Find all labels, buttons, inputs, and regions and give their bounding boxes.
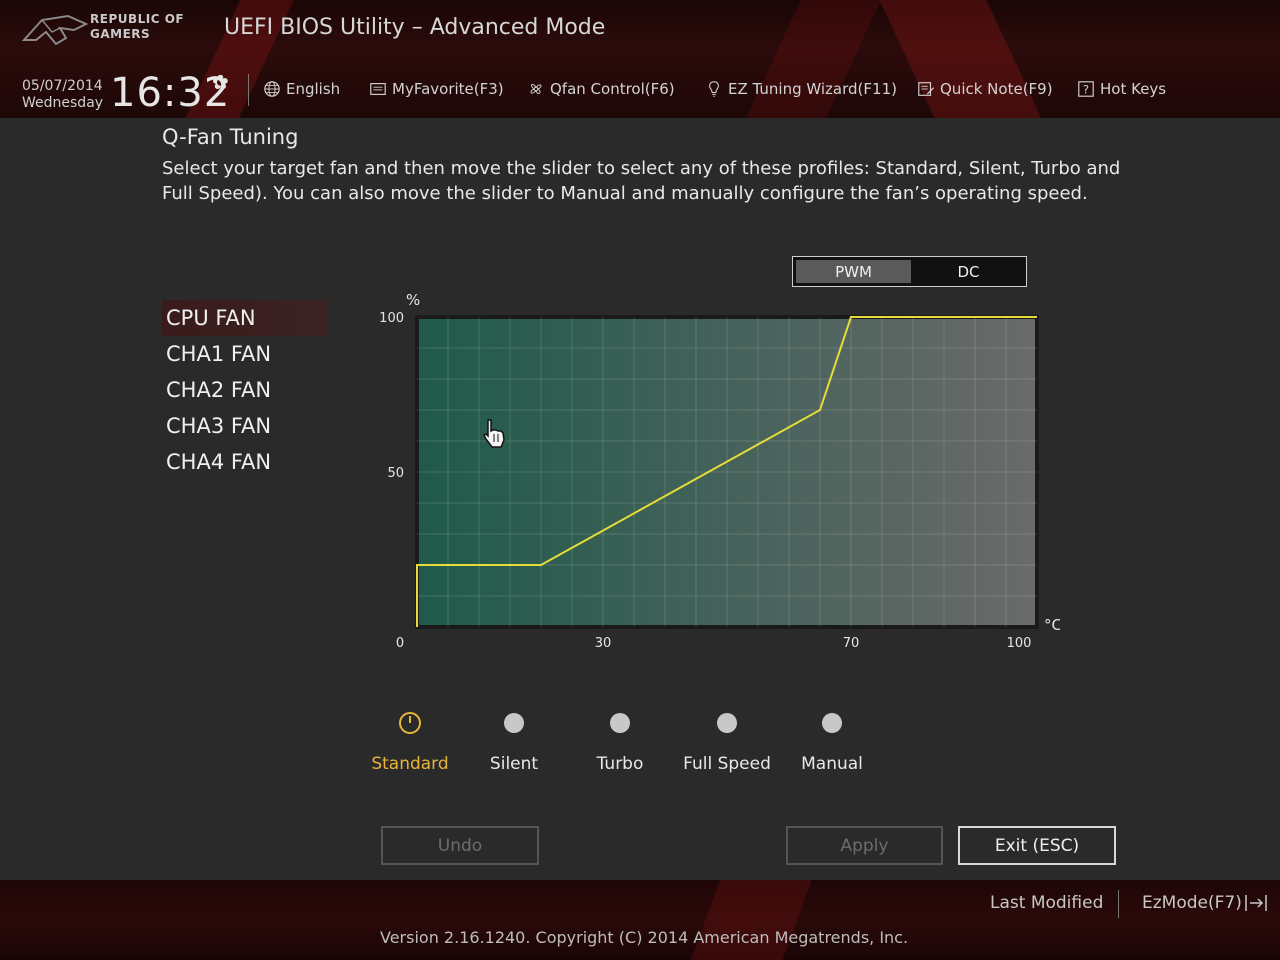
brand-text: REPUBLIC OF GAMERS bbox=[90, 12, 184, 42]
profile-label-manual[interactable]: Manual bbox=[801, 754, 863, 774]
profile-label-full-speed[interactable]: Full Speed bbox=[683, 754, 771, 774]
myfavorite-label: MyFavorite(F3) bbox=[392, 80, 504, 98]
hot-keys-label: Hot Keys bbox=[1100, 80, 1167, 98]
ez-tuning-label: EZ Tuning Wizard(F11) bbox=[728, 80, 897, 98]
exit-arrow-icon bbox=[1245, 895, 1267, 911]
profile-label-turbo[interactable]: Turbo bbox=[597, 754, 644, 774]
x-tick-label: 0 bbox=[396, 636, 404, 651]
qfan-control-label: Qfan Control(F6) bbox=[550, 80, 675, 98]
fan-item-cha2[interactable]: CHA2 FAN bbox=[162, 372, 328, 408]
hot-keys-button[interactable]: ? Hot Keys bbox=[1076, 78, 1166, 100]
profile-knob-turbo[interactable] bbox=[610, 713, 630, 733]
quick-note-button[interactable]: Quick Note(F9) bbox=[916, 78, 1053, 100]
quick-note-label: Quick Note(F9) bbox=[940, 80, 1053, 98]
x-tick-label: 30 bbox=[595, 636, 612, 651]
dc-option[interactable]: DC bbox=[911, 257, 1026, 286]
myfavorite-button[interactable]: MyFavorite(F3) bbox=[368, 78, 504, 100]
x-tick-label: 70 bbox=[843, 636, 860, 651]
profile-knob-standard[interactable] bbox=[399, 712, 421, 734]
note-icon bbox=[918, 82, 935, 96]
fan-item-cpu[interactable]: CPU FAN bbox=[162, 300, 328, 336]
y-tick-label: 100 bbox=[379, 311, 404, 326]
y-axis-label: % bbox=[406, 291, 420, 309]
x-tick-label: 100 bbox=[1007, 636, 1032, 651]
profile-knob-manual[interactable] bbox=[822, 713, 842, 733]
ezmode-label: EzMode(F7) bbox=[1142, 893, 1242, 913]
weekday: Wednesday bbox=[22, 95, 104, 111]
hand-cursor-icon bbox=[482, 419, 505, 448]
x-axis-label: °C bbox=[1044, 616, 1060, 634]
svg-text:?: ? bbox=[1083, 83, 1089, 97]
header-divider bbox=[248, 74, 249, 106]
help-icon: ? bbox=[1078, 81, 1094, 97]
pwm-dc-toggle[interactable]: PWM DC bbox=[792, 256, 1027, 287]
language-button[interactable]: English bbox=[262, 78, 340, 100]
fan-icon bbox=[530, 83, 542, 95]
profile-slider[interactable]: Standard Silent Turbo Full Speed Manual bbox=[360, 705, 900, 785]
rog-logo bbox=[22, 14, 88, 46]
chart-grid bbox=[417, 317, 1037, 627]
favorite-list-icon bbox=[370, 83, 386, 95]
date: 05/07/2014 bbox=[22, 78, 103, 94]
qfan-control-button[interactable]: Qfan Control(F6) bbox=[526, 78, 675, 100]
app-title: UEFI BIOS Utility – Advanced Mode bbox=[224, 15, 606, 40]
globe-icon bbox=[264, 81, 280, 97]
fan-curve-chart[interactable]: % °C 0 30 70 100 100 50 bbox=[360, 285, 1060, 655]
ez-tuning-wizard-button[interactable]: EZ Tuning Wizard(F11) bbox=[704, 78, 897, 100]
undo-button[interactable]: Undo bbox=[381, 826, 539, 865]
profile-knob-full-speed[interactable] bbox=[717, 713, 737, 733]
last-modified-button[interactable]: Last Modified bbox=[990, 893, 1103, 913]
date-block: 05/07/2014 Wednesday bbox=[22, 78, 103, 112]
top-bar: REPUBLIC OF GAMERS UEFI BIOS Utility – A… bbox=[0, 0, 1280, 118]
profile-knob-silent[interactable] bbox=[504, 713, 524, 733]
brand-line1: REPUBLIC OF bbox=[90, 12, 185, 26]
exit-button[interactable]: Exit (ESC) bbox=[958, 826, 1116, 865]
y-tick-label: 50 bbox=[387, 466, 404, 481]
profile-track[interactable] bbox=[360, 705, 900, 745]
apply-button[interactable]: Apply bbox=[786, 826, 943, 865]
pwm-option[interactable]: PWM bbox=[796, 260, 911, 283]
gear-icon[interactable]: ✿ bbox=[212, 70, 229, 94]
page-title: Q-Fan Tuning bbox=[162, 125, 299, 149]
fan-list: CPU FAN CHA1 FAN CHA2 FAN CHA3 FAN CHA4 … bbox=[162, 300, 328, 480]
ezmode-button[interactable]: EzMode(F7) bbox=[1142, 893, 1270, 913]
fan-item-cha1[interactable]: CHA1 FAN bbox=[162, 336, 328, 372]
lightbulb-icon bbox=[709, 81, 719, 97]
page-description: Select your target fan and then move the… bbox=[162, 158, 1121, 204]
language-label: English bbox=[286, 80, 341, 98]
version-text: Version 2.16.1240. Copyright (C) 2014 Am… bbox=[380, 928, 909, 947]
profile-label-standard[interactable]: Standard bbox=[371, 754, 448, 774]
fan-item-cha4[interactable]: CHA4 FAN bbox=[162, 444, 328, 480]
bottom-bar bbox=[0, 880, 1280, 960]
profile-label-silent[interactable]: Silent bbox=[490, 754, 538, 774]
footer-divider bbox=[1118, 890, 1119, 918]
brand-line2: GAMERS bbox=[90, 27, 151, 41]
fan-item-cha3[interactable]: CHA3 FAN bbox=[162, 408, 328, 444]
